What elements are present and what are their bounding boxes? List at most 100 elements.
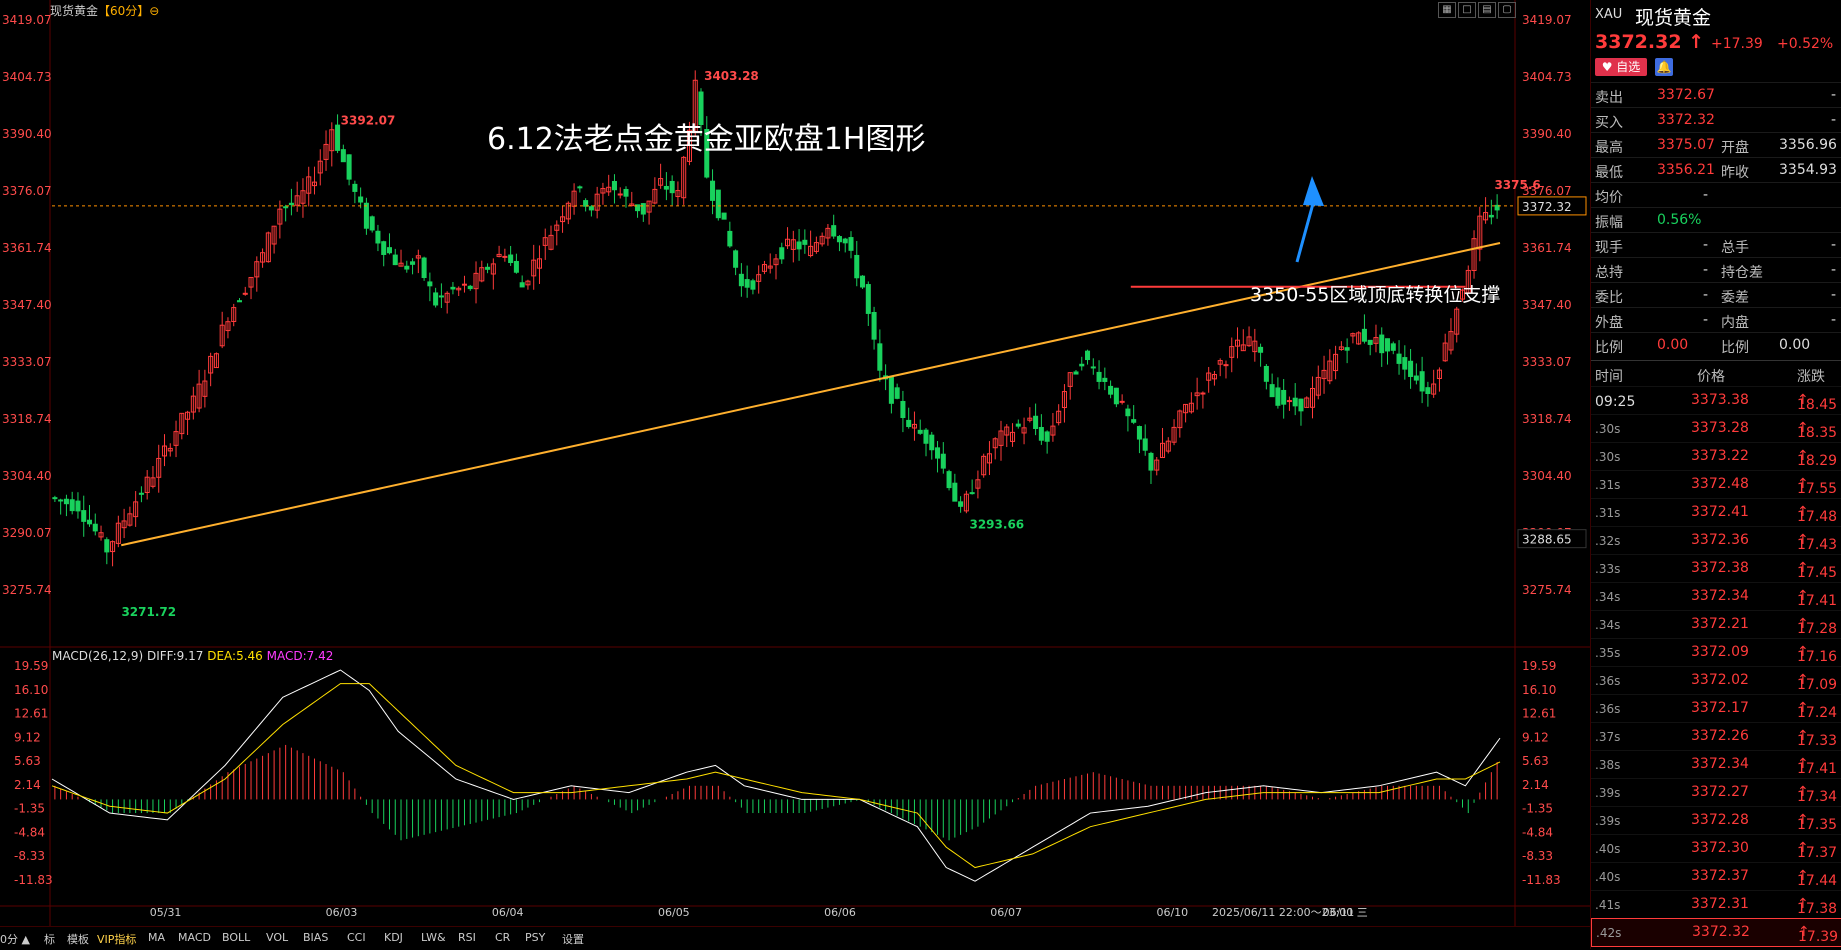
quote-value: 3356.21 bbox=[1657, 162, 1715, 178]
period-label[interactable]: 【60分】 bbox=[98, 4, 149, 18]
candle-body bbox=[1131, 419, 1137, 423]
tick-row: .42s 3372.32 17.39 ↑ bbox=[1591, 918, 1841, 947]
candle-body bbox=[358, 196, 364, 203]
tick-time: .34s bbox=[1595, 590, 1621, 604]
tick-price: 3372.17 bbox=[1691, 700, 1749, 716]
candle-body bbox=[1419, 371, 1425, 392]
macd-y-tick-left: 16.10 bbox=[14, 683, 48, 697]
candle-body bbox=[906, 419, 912, 428]
quote-label: 委差 bbox=[1721, 290, 1749, 306]
window-max-icon[interactable]: ▢ bbox=[1498, 2, 1516, 18]
tick-change: 17.39 ↑ bbox=[1798, 924, 1839, 945]
candle-body bbox=[92, 523, 98, 532]
window-single-icon[interactable]: □ bbox=[1458, 2, 1476, 18]
quote-label: 开盘 bbox=[1721, 140, 1749, 156]
toolbar-item[interactable]: 0分 ▲ bbox=[0, 931, 30, 947]
tick-row: .35s 3372.09 17.16 ↑ bbox=[1591, 638, 1841, 666]
candle-body bbox=[1367, 339, 1373, 345]
candle-body bbox=[796, 241, 802, 250]
tick-price: 3372.48 bbox=[1691, 476, 1749, 492]
tick-change: 18.35 ↑ bbox=[1797, 420, 1838, 441]
quote-label: 比例 bbox=[1721, 340, 1749, 356]
quote-row: 均价 - bbox=[1591, 182, 1841, 208]
window-tile-icon[interactable]: ▦ bbox=[1438, 2, 1456, 18]
quote-label: 委比 bbox=[1595, 290, 1623, 306]
quote-change: +17.39 bbox=[1711, 36, 1763, 52]
chart-annotation-title: 6.12法老点金黄金亚欧盘1H图形 bbox=[487, 122, 926, 157]
candle-body bbox=[335, 124, 341, 151]
tick-price: 3372.26 bbox=[1691, 728, 1749, 744]
toolbar-item[interactable]: KDJ bbox=[384, 931, 403, 944]
toolbar-item[interactable]: BIAS bbox=[303, 931, 328, 944]
toolbar-item[interactable]: MA bbox=[148, 931, 165, 944]
quote-label: 买入 bbox=[1595, 115, 1623, 131]
tick-time: .36s bbox=[1595, 702, 1621, 716]
indicator-toolbar: 0分 ▲ 标模板 VIP指标 MA MACD BOLL VOL BIAS CCI KDJ LW& RS… bbox=[0, 926, 1590, 950]
candle-body bbox=[352, 183, 358, 192]
bell-icon[interactable]: 🔔 bbox=[1655, 58, 1673, 76]
quote-label: 比例 bbox=[1595, 340, 1623, 356]
toolbar-item[interactable]: RSI bbox=[458, 931, 476, 944]
candle-body bbox=[1079, 363, 1085, 367]
toolbar-item[interactable]: VIP指标 bbox=[97, 931, 136, 947]
candle-body bbox=[969, 492, 975, 495]
tick-time: .30s bbox=[1595, 450, 1621, 464]
favorite-button[interactable]: ♥ 自选 bbox=[1595, 58, 1647, 76]
tick-change: 17.55 ↑ bbox=[1797, 476, 1838, 497]
toolbar-item[interactable]: 模板 bbox=[67, 931, 89, 947]
candle-body bbox=[1102, 377, 1108, 382]
y-tick-label-right: 3404.73 bbox=[1522, 70, 1572, 84]
tick-row: 09:25 3373.38 18.45 ↑ bbox=[1591, 386, 1841, 414]
candle-body bbox=[104, 539, 110, 553]
candle-body bbox=[363, 202, 369, 229]
tick-change: 17.48 ↑ bbox=[1797, 504, 1838, 525]
candle-body bbox=[404, 265, 410, 270]
quote-value: 3356.96 bbox=[1779, 137, 1837, 153]
macd-y-tick-left: -8.33 bbox=[14, 849, 45, 863]
tick-price: 3372.02 bbox=[1691, 672, 1749, 688]
period-toggle-icon[interactable]: ⊖ bbox=[149, 4, 159, 18]
y-tick-label-left: 3419.07 bbox=[2, 13, 52, 27]
toolbar-item[interactable]: CCI bbox=[347, 931, 366, 944]
toolbar-item[interactable]: BOLL bbox=[222, 931, 250, 944]
macd-y-tick-right: 5.63 bbox=[1522, 754, 1549, 768]
candle-body bbox=[1286, 400, 1292, 403]
toolbar-item[interactable]: MACD bbox=[178, 931, 211, 944]
candle-body bbox=[421, 257, 427, 279]
candle-body bbox=[1142, 438, 1148, 451]
toolbar-item[interactable]: LW& bbox=[421, 931, 446, 944]
candle-body bbox=[727, 230, 733, 247]
tick-price: 3373.38 bbox=[1691, 392, 1749, 408]
quote-value: 0.00 bbox=[1657, 337, 1689, 353]
macd-diff-line bbox=[51, 669, 1501, 882]
candle-body bbox=[1090, 366, 1096, 369]
candle-body bbox=[738, 273, 744, 287]
candle-body bbox=[710, 180, 716, 201]
tick-price: 3372.41 bbox=[1691, 504, 1749, 520]
window-grid-icon[interactable]: ▤ bbox=[1478, 2, 1496, 18]
tick-time: .40s bbox=[1595, 870, 1621, 884]
y-tick-label-left: 3361.74 bbox=[2, 241, 52, 255]
toolbar-item[interactable]: PSY bbox=[525, 931, 545, 944]
toolbar-item[interactable]: CR bbox=[495, 931, 510, 944]
candle-body bbox=[1379, 334, 1385, 354]
quote-value: 3372.32 bbox=[1657, 112, 1715, 128]
candle-body bbox=[611, 180, 617, 191]
macd-y-tick-left: 9.12 bbox=[14, 730, 41, 744]
tick-row: .31s 3372.48 17.55 ↑ bbox=[1591, 470, 1841, 498]
toolbar-item[interactable]: 标 bbox=[44, 931, 55, 947]
tick-change: 17.38 ↑ bbox=[1797, 896, 1838, 917]
macd-y-tick-left: -11.83 bbox=[14, 873, 53, 887]
y-tick-label-right: 3275.74 bbox=[1522, 583, 1572, 597]
tick-change: 17.34 ↑ bbox=[1797, 784, 1838, 805]
candle-body bbox=[1125, 408, 1131, 417]
tick-price: 3372.32 bbox=[1692, 924, 1750, 940]
tick-row: .40s 3372.30 17.37 ↑ bbox=[1591, 834, 1841, 862]
candle-body bbox=[1344, 347, 1350, 351]
toolbar-item[interactable]: 设置 bbox=[562, 931, 584, 947]
candle-body bbox=[1033, 415, 1039, 429]
candle-body bbox=[1108, 385, 1114, 395]
x-tick-label: 06/03 bbox=[326, 906, 358, 919]
candle-body bbox=[386, 247, 393, 254]
toolbar-item[interactable]: VOL bbox=[266, 931, 288, 944]
